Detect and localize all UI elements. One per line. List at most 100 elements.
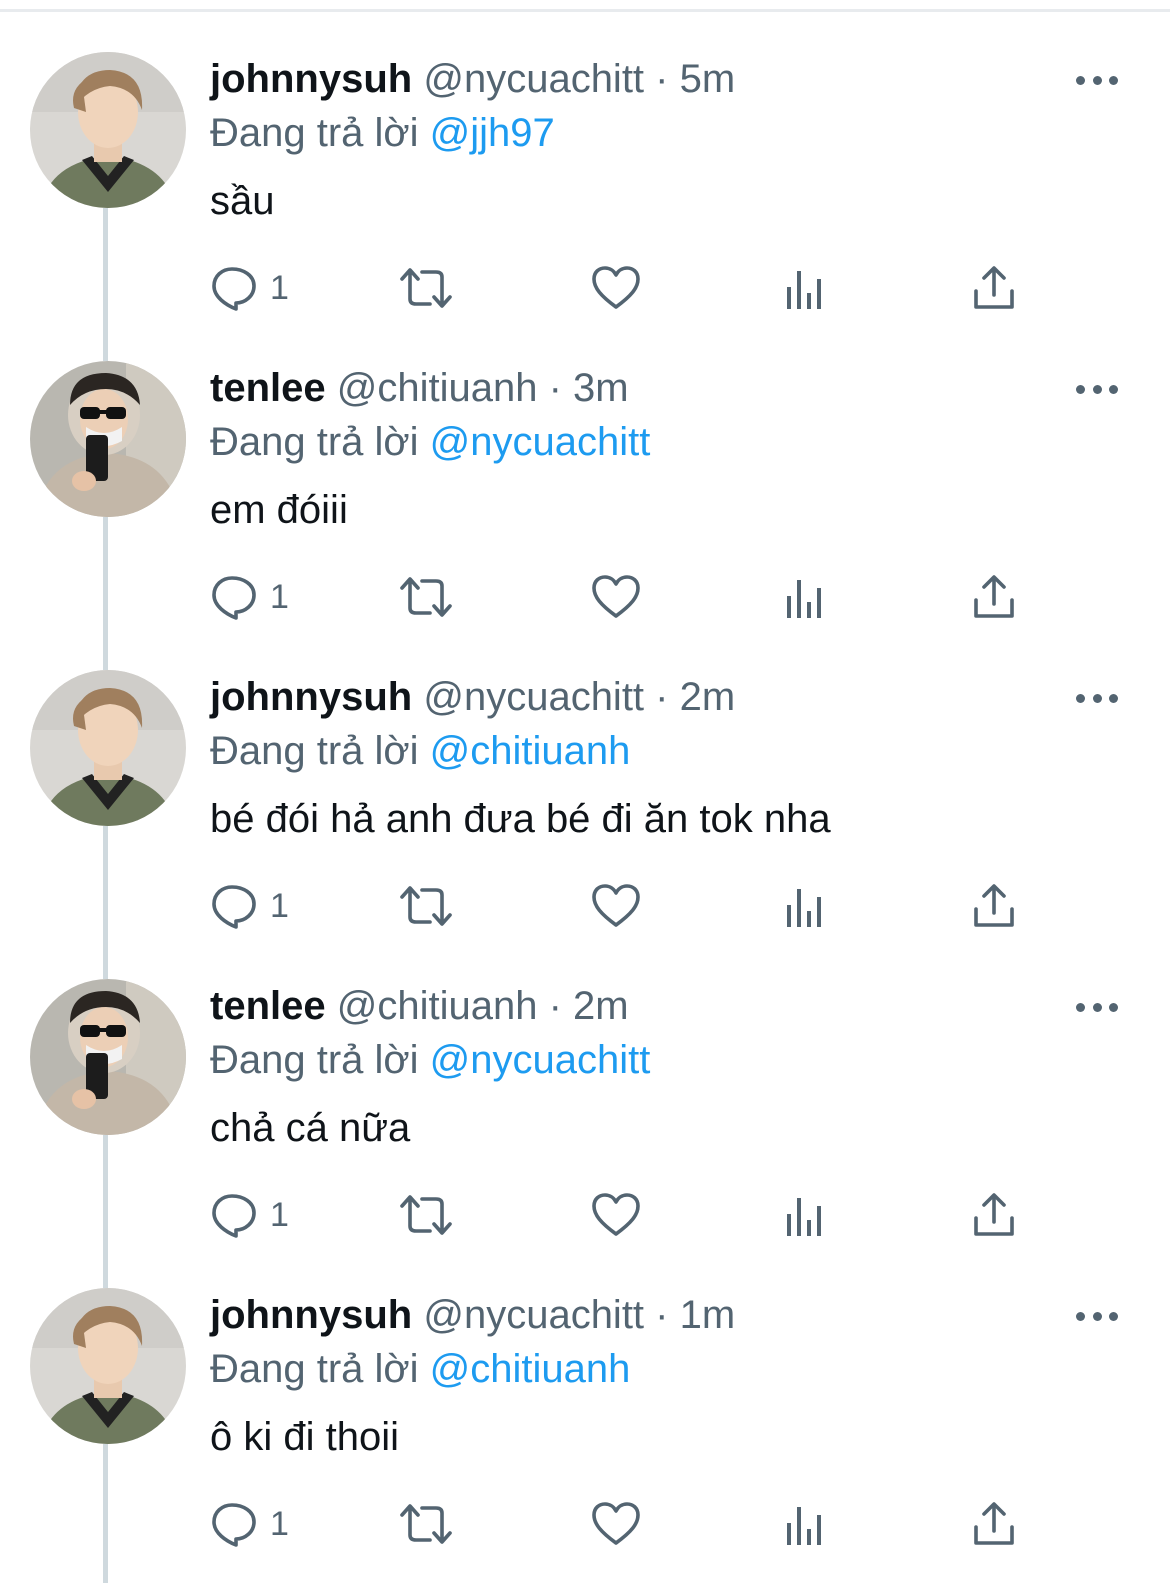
like-button[interactable] bbox=[591, 1498, 641, 1550]
retweet-icon bbox=[400, 577, 452, 617]
reply-icon bbox=[212, 885, 256, 929]
ten-avatar bbox=[30, 361, 186, 517]
reply-icon bbox=[212, 576, 256, 620]
timestamp[interactable]: 3m bbox=[573, 366, 629, 410]
mention-link[interactable]: @chitiuanh bbox=[430, 1347, 631, 1391]
display-name[interactable]: johnnysuh bbox=[210, 675, 412, 719]
user-handle[interactable]: @chitiuanh bbox=[337, 984, 538, 1028]
timestamp[interactable]: 1m bbox=[680, 1293, 736, 1337]
retweet-button[interactable] bbox=[398, 571, 454, 623]
separator: · bbox=[655, 675, 669, 719]
avatar[interactable] bbox=[30, 1288, 186, 1444]
johnny-avatar bbox=[30, 52, 186, 208]
reply-button[interactable]: 1 bbox=[210, 571, 289, 623]
avatar[interactable] bbox=[30, 670, 186, 826]
views-button[interactable] bbox=[785, 571, 825, 623]
share-icon bbox=[974, 266, 1014, 309]
analytics-icon bbox=[787, 889, 821, 927]
reply-icon bbox=[212, 1503, 256, 1547]
replying-to: Đang trả lời @jjh97 bbox=[210, 108, 555, 158]
retweet-icon bbox=[400, 1195, 452, 1235]
views-button[interactable] bbox=[785, 1189, 825, 1241]
avatar[interactable] bbox=[30, 979, 186, 1135]
more-icon[interactable] bbox=[1076, 66, 1118, 94]
display-name[interactable]: johnnysuh bbox=[210, 1293, 412, 1337]
like-button[interactable] bbox=[591, 1189, 641, 1241]
mention-link[interactable]: @nycuachitt bbox=[430, 420, 651, 464]
mention-link[interactable]: @nycuachitt bbox=[430, 1038, 651, 1082]
reply-count: 1 bbox=[270, 269, 289, 307]
retweet-button[interactable] bbox=[398, 1189, 454, 1241]
retweet-button[interactable] bbox=[398, 1498, 454, 1550]
retweet-icon bbox=[400, 1504, 452, 1544]
share-button[interactable] bbox=[972, 1189, 1016, 1241]
display-name[interactable]: tenlee bbox=[210, 984, 326, 1028]
tweet-actions: 1 bbox=[0, 262, 1170, 314]
tweet-actions: 1 bbox=[0, 571, 1170, 623]
more-icon[interactable] bbox=[1076, 1302, 1118, 1330]
timestamp[interactable]: 5m bbox=[680, 57, 736, 101]
tweet-actions: 1 bbox=[0, 1498, 1170, 1550]
reply-button[interactable]: 1 bbox=[210, 1498, 289, 1550]
avatar[interactable] bbox=[30, 361, 186, 517]
reply-count: 1 bbox=[270, 887, 289, 925]
more-icon[interactable] bbox=[1076, 684, 1118, 712]
more-icon[interactable] bbox=[1076, 375, 1118, 403]
tweet-text: em đóiii bbox=[210, 488, 348, 532]
replying-to-label: Đang trả lời bbox=[210, 420, 419, 464]
tweet[interactable]: johnnysuh @nycuachitt · 2m Đang trả lời … bbox=[0, 618, 1170, 929]
tweet-header: johnnysuh @nycuachitt · 2m bbox=[210, 672, 735, 722]
timestamp[interactable]: 2m bbox=[680, 675, 736, 719]
reply-button[interactable]: 1 bbox=[210, 880, 289, 932]
tweet[interactable]: tenlee @chitiuanh · 3m Đang trả lời @nyc… bbox=[0, 309, 1170, 620]
share-button[interactable] bbox=[972, 880, 1016, 932]
tweet[interactable]: johnnysuh @nycuachitt · 5m Đang trả lời … bbox=[0, 0, 1170, 311]
replying-to: Đang trả lời @nycuachitt bbox=[210, 417, 650, 467]
share-button[interactable] bbox=[972, 571, 1016, 623]
replying-to-label: Đang trả lời bbox=[210, 111, 419, 155]
johnny-avatar bbox=[30, 670, 186, 826]
tweet-header: tenlee @chitiuanh · 2m bbox=[210, 981, 629, 1031]
retweet-button[interactable] bbox=[398, 880, 454, 932]
user-handle[interactable]: @nycuachitt bbox=[423, 1293, 644, 1337]
display-name[interactable]: johnnysuh bbox=[210, 57, 412, 101]
reply-button[interactable]: 1 bbox=[210, 262, 289, 314]
tweet[interactable]: johnnysuh @nycuachitt · 1m Đang trả lời … bbox=[0, 1236, 1170, 1547]
tweet-text: ô ki đi thoii bbox=[210, 1415, 399, 1459]
user-handle[interactable]: @nycuachitt bbox=[423, 57, 644, 101]
timestamp[interactable]: 2m bbox=[573, 984, 629, 1028]
mention-link[interactable]: @chitiuanh bbox=[430, 729, 631, 773]
tweet-text: sầu bbox=[210, 179, 275, 223]
display-name[interactable]: tenlee bbox=[210, 366, 326, 410]
tweet-text: chả cá nữa bbox=[210, 1106, 411, 1150]
share-button[interactable] bbox=[972, 1498, 1016, 1550]
user-handle[interactable]: @chitiuanh bbox=[337, 366, 538, 410]
replying-to: Đang trả lời @nycuachitt bbox=[210, 1035, 650, 1085]
reply-count: 1 bbox=[270, 578, 289, 616]
replying-to-label: Đang trả lời bbox=[210, 1038, 419, 1082]
share-button[interactable] bbox=[972, 262, 1016, 314]
views-button[interactable] bbox=[785, 880, 825, 932]
separator: · bbox=[655, 57, 669, 101]
like-button[interactable] bbox=[591, 262, 641, 314]
retweet-icon bbox=[400, 268, 452, 308]
views-button[interactable] bbox=[785, 262, 825, 314]
avatar[interactable] bbox=[30, 52, 186, 208]
tweet[interactable]: tenlee @chitiuanh · 2m Đang trả lời @nyc… bbox=[0, 927, 1170, 1238]
user-handle[interactable]: @nycuachitt bbox=[423, 675, 644, 719]
retweet-button[interactable] bbox=[398, 262, 454, 314]
johnny-avatar bbox=[30, 1288, 186, 1444]
tweet-header: johnnysuh @nycuachitt · 5m bbox=[210, 54, 735, 104]
separator: · bbox=[655, 1293, 669, 1337]
views-button[interactable] bbox=[785, 1498, 825, 1550]
like-button[interactable] bbox=[591, 571, 641, 623]
more-icon[interactable] bbox=[1076, 993, 1118, 1021]
heart-icon bbox=[592, 1502, 640, 1545]
share-icon bbox=[974, 884, 1014, 927]
replying-to-label: Đang trả lời bbox=[210, 729, 419, 773]
mention-link[interactable]: @jjh97 bbox=[430, 111, 555, 155]
reply-button[interactable]: 1 bbox=[210, 1189, 289, 1241]
tweet-actions: 1 bbox=[0, 880, 1170, 932]
analytics-icon bbox=[787, 271, 821, 309]
like-button[interactable] bbox=[591, 880, 641, 932]
